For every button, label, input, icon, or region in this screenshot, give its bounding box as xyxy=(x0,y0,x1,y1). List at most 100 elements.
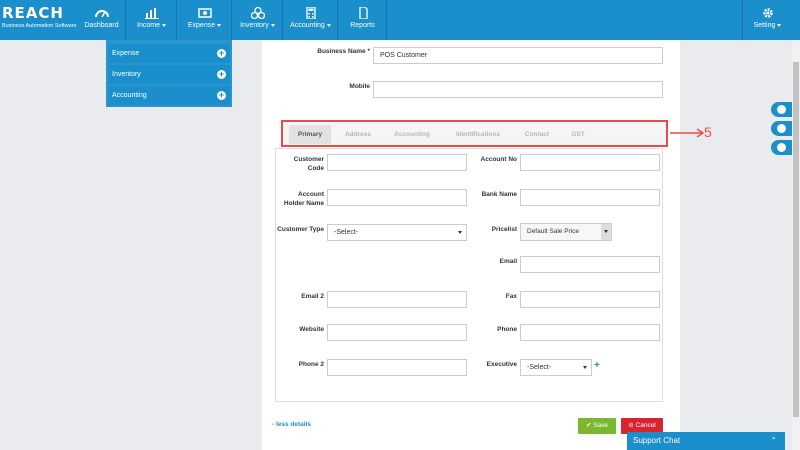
dropdown-item-label: Expense xyxy=(112,50,140,57)
cubes-icon xyxy=(250,7,265,19)
save-button[interactable]: ✔ Save xyxy=(578,418,616,434)
tab-accounting[interactable]: Accounting xyxy=(387,125,437,144)
chevron-up-icon[interactable]: ⌃ xyxy=(770,432,777,450)
mobile-label: Mobile xyxy=(349,83,370,90)
annotation-number: 5 xyxy=(704,124,712,140)
support-chat-bar[interactable]: Support Chat ⌃ xyxy=(627,432,785,450)
money-icon xyxy=(197,8,212,18)
chevron-down-icon xyxy=(583,366,587,369)
nav-dashboard-label: Dashboard xyxy=(84,22,119,29)
tab-address[interactable]: Address xyxy=(338,125,378,144)
nav-setting[interactable]: Setting xyxy=(742,0,792,40)
customer-code-input[interactable] xyxy=(327,154,467,171)
customer-code-label: Customer Code xyxy=(293,156,324,172)
chevron-down-icon xyxy=(326,23,331,27)
dropdown-item-label: Accounting xyxy=(112,92,147,99)
save-label: Save xyxy=(593,422,609,429)
tab-gst[interactable]: GST xyxy=(563,125,593,144)
brand-tagline: Business Automation Software xyxy=(2,23,77,29)
fax-input[interactable] xyxy=(520,291,660,308)
chevron-down-icon xyxy=(458,231,462,234)
pricelist-select[interactable]: Default Sale Price xyxy=(520,223,612,241)
dropdown-item-expense[interactable]: Expense + xyxy=(108,44,230,63)
brand-logo[interactable]: REACH Business Automation Software xyxy=(2,4,77,35)
tab-primary[interactable]: Primary xyxy=(289,125,331,144)
business-name-label: Business Name * xyxy=(317,48,370,55)
chevron-down-icon xyxy=(161,23,166,27)
plus-icon[interactable]: + xyxy=(217,70,226,79)
nav-reports[interactable]: Reports xyxy=(339,0,387,40)
skype-icon xyxy=(777,105,786,114)
pricelist-value: Default Sale Price xyxy=(527,228,580,235)
email2-label: Email 2 xyxy=(301,293,324,300)
nav-dashboard[interactable]: Dashboard xyxy=(78,0,126,40)
phone2-input[interactable] xyxy=(327,359,467,376)
side-button-chat[interactable] xyxy=(771,121,793,136)
ban-icon: ⊘ xyxy=(628,422,634,429)
gear-icon xyxy=(762,8,773,18)
document-icon xyxy=(358,7,368,19)
check-icon: ✔ xyxy=(585,422,592,429)
brand-name: REACH xyxy=(2,4,64,22)
tab-bar: Primary Address Accounting Identificatio… xyxy=(281,120,668,147)
bank-name-label: Bank Name xyxy=(481,191,517,198)
customer-type-select[interactable]: -Select- xyxy=(327,224,467,241)
account-holder-input[interactable] xyxy=(327,189,467,206)
support-chat-label: Support Chat xyxy=(633,436,681,445)
mobile-input[interactable] xyxy=(373,81,663,98)
nav-expense[interactable]: Expense xyxy=(178,0,232,40)
website-label: Website xyxy=(299,326,324,333)
email-input[interactable] xyxy=(520,256,660,273)
calculator-icon xyxy=(305,7,316,19)
dropdown-item-inventory[interactable]: Inventory + xyxy=(108,65,230,84)
bank-name-input[interactable] xyxy=(520,189,660,206)
phone2-label: Phone 2 xyxy=(298,361,324,368)
annotation-arrow-icon xyxy=(670,128,705,138)
chat-bubble-icon xyxy=(777,124,786,133)
executive-value: -Select- xyxy=(527,364,552,371)
chevron-down-icon xyxy=(777,23,782,27)
nav-accounting[interactable]: Accounting xyxy=(284,0,338,40)
nav-inventory[interactable]: Inventory xyxy=(233,0,283,40)
chevron-down-icon xyxy=(604,230,608,233)
plus-icon[interactable]: + xyxy=(217,49,226,58)
page-scrollbar[interactable] xyxy=(792,40,800,450)
customer-type-value: -Select- xyxy=(334,229,359,236)
nav-accounting-label: Accounting xyxy=(290,22,325,29)
nav-expense-label: Expense xyxy=(187,22,216,29)
phone-input[interactable] xyxy=(520,324,660,341)
tab-contact[interactable]: Contact xyxy=(517,125,557,144)
executive-label: Executive xyxy=(486,361,517,368)
account-no-input[interactable] xyxy=(520,154,660,171)
dropdown-item-accounting[interactable]: Accounting + xyxy=(108,86,230,105)
phone-label: Phone xyxy=(497,326,517,333)
executive-select[interactable]: -Select- xyxy=(520,359,592,376)
side-button-skype[interactable] xyxy=(771,102,793,117)
customer-type-label: Customer Type xyxy=(277,226,324,233)
tab-identifications[interactable]: Identifications xyxy=(446,125,510,144)
dropdown-item-label: Inventory xyxy=(112,71,141,78)
nav-income-label: Income xyxy=(137,22,160,29)
account-holder-label: Account Holder Name xyxy=(283,191,324,207)
dashboard-icon xyxy=(94,10,109,18)
less-details-link[interactable]: - less details xyxy=(272,421,311,428)
support-icon xyxy=(777,143,786,152)
nav-dropdown-menu: Expense + Inventory + Accounting + xyxy=(106,40,232,107)
pricelist-toggle[interactable] xyxy=(601,224,611,240)
pricelist-label: Pricelist xyxy=(491,226,517,233)
nav-reports-label: Reports xyxy=(350,22,375,29)
email2-input[interactable] xyxy=(327,291,467,308)
nav-income[interactable]: Income xyxy=(127,0,177,40)
add-executive-icon[interactable]: + xyxy=(594,360,600,372)
plus-icon[interactable]: + xyxy=(217,91,226,100)
side-button-support[interactable] xyxy=(771,140,793,155)
bar-chart-icon xyxy=(144,8,159,19)
website-input[interactable] xyxy=(327,324,467,341)
cancel-label: Cancel xyxy=(635,422,656,429)
nav-inventory-label: Inventory xyxy=(240,22,269,29)
business-name-input[interactable]: POS Customer xyxy=(373,47,663,64)
scrollbar-thumb[interactable] xyxy=(793,62,799,417)
chevron-down-icon xyxy=(270,23,275,27)
account-no-label: Account No xyxy=(480,156,517,163)
chevron-down-icon xyxy=(217,23,222,27)
